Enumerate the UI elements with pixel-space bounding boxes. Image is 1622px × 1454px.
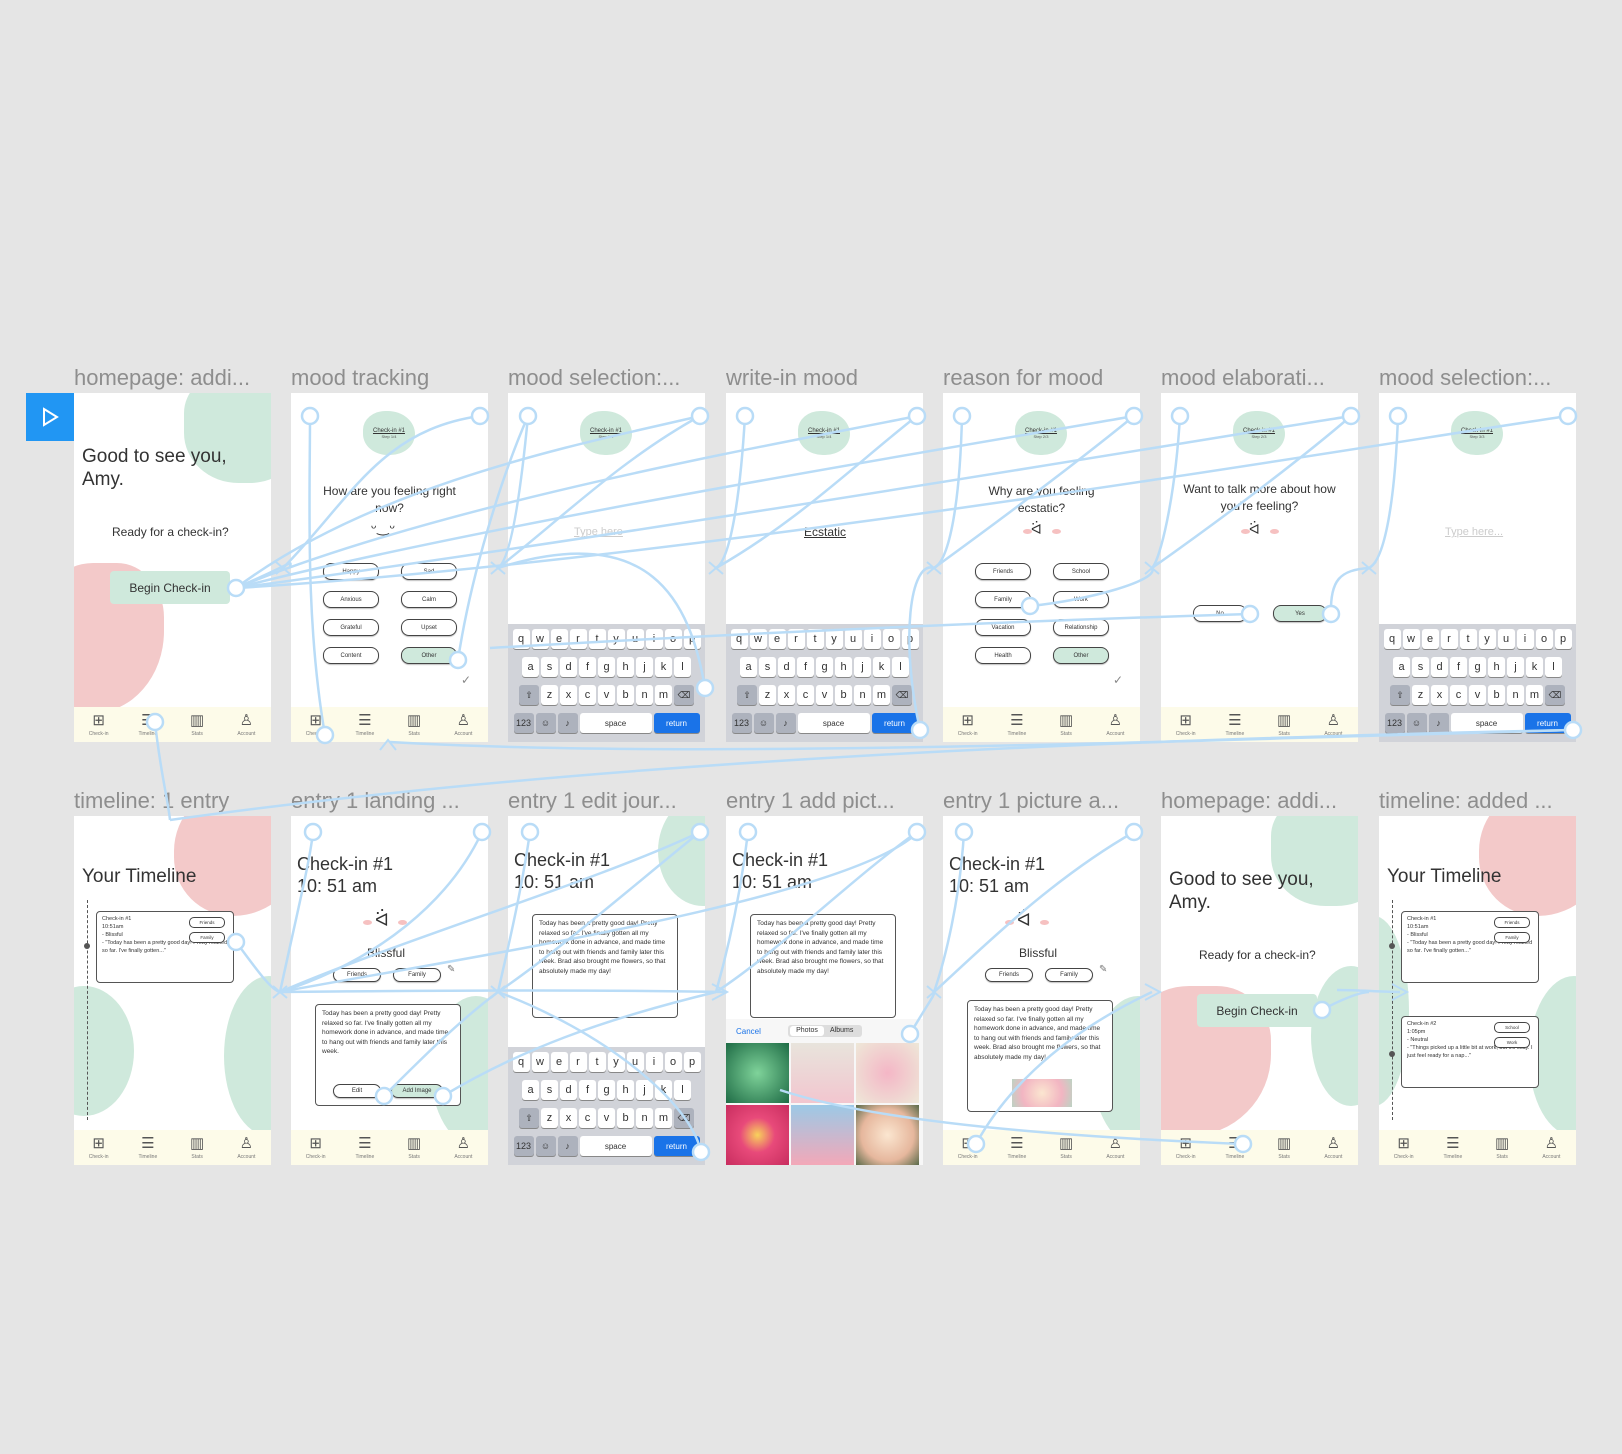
prototype-connections [145, 406, 1583, 1162]
